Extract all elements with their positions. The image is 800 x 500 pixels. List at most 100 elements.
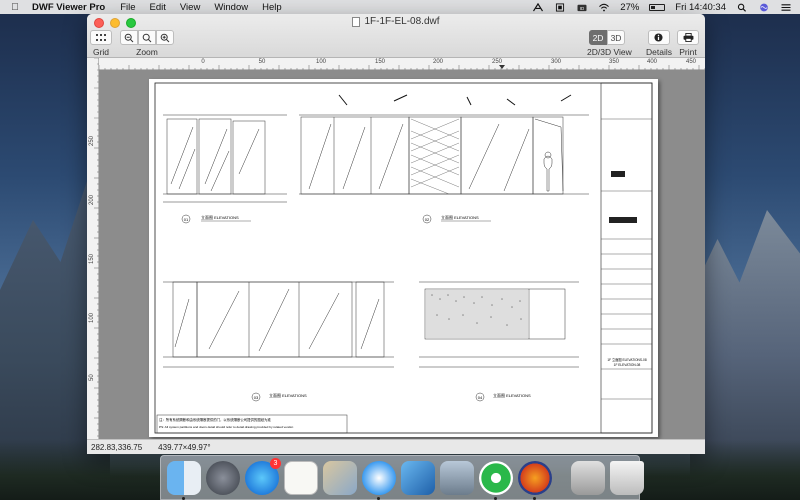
grid-label: Grid bbox=[92, 47, 110, 57]
zoom-actual-button[interactable] bbox=[138, 30, 156, 45]
battery-percent[interactable]: 27% bbox=[620, 2, 639, 13]
ruler-left-label: 250 bbox=[89, 135, 95, 146]
window-title: 1F-1F-EL-08.dwf bbox=[87, 16, 705, 27]
xcode-icon[interactable] bbox=[401, 460, 435, 495]
grid-icon bbox=[96, 33, 106, 41]
elevation-tag-04-text: 04 bbox=[478, 395, 483, 400]
running-indicator bbox=[533, 496, 536, 500]
zoom-out-icon bbox=[124, 33, 134, 42]
view-mode-tool: 2D 3D 2D/3D View bbox=[587, 30, 632, 57]
dwf-viewer-icon[interactable] bbox=[479, 460, 513, 500]
title-block-sheet-name: 1F 立面图 ELEVATIONS-08 bbox=[607, 357, 646, 362]
svg-text:ID: ID bbox=[580, 6, 585, 11]
ruler-left-label: 100 bbox=[89, 312, 95, 323]
ruler-left-label: 50 bbox=[89, 374, 95, 381]
ruler-top-label: 50 bbox=[258, 59, 266, 65]
details-button[interactable] bbox=[647, 30, 670, 45]
running-indicator bbox=[182, 496, 185, 500]
printer-icon bbox=[683, 33, 693, 42]
mail-icon[interactable] bbox=[323, 460, 357, 495]
elevation-tag-02-text: 02 bbox=[425, 217, 430, 222]
document-icon bbox=[352, 16, 361, 27]
apple-menu-icon[interactable]:  bbox=[10, 2, 20, 13]
menu-view[interactable]: View bbox=[180, 2, 200, 13]
details-tool: Details bbox=[646, 30, 672, 57]
title-bar[interactable]: 1F-1F-EL-08.dwf Grid Zoom 2D 3D 2D/3D Vi… bbox=[87, 14, 705, 58]
battery-icon[interactable] bbox=[649, 3, 666, 11]
selection-size: 439.77×49.97° bbox=[158, 442, 211, 452]
elevation-tag-03-text: 03 bbox=[254, 395, 259, 400]
drawing-note-en: PS: All system partitions and doors deta… bbox=[159, 425, 294, 429]
grid-button[interactable] bbox=[90, 30, 112, 45]
ruler-top-label: 0 bbox=[201, 59, 205, 65]
wifi-icon[interactable] bbox=[598, 3, 610, 12]
zoom-fit-icon bbox=[142, 33, 152, 42]
zoom-out-button[interactable] bbox=[120, 30, 138, 45]
zoom-tool: Zoom bbox=[120, 30, 174, 57]
vertical-ruler-ticks bbox=[94, 58, 99, 437]
firefox-icon[interactable] bbox=[518, 460, 552, 500]
ruler-top-label: 400 bbox=[646, 59, 658, 65]
running-indicator bbox=[494, 496, 497, 500]
dock: 3 bbox=[160, 455, 644, 500]
info-icon bbox=[654, 33, 664, 42]
horizontal-ruler: 0 50 100 150 200 250 300 350 400 450 bbox=[99, 58, 705, 70]
cursor-coordinates: 282.83,336.75 bbox=[91, 442, 143, 452]
ruler-top-label: 100 bbox=[315, 59, 327, 65]
clock[interactable]: Fri 14:40:34 bbox=[675, 2, 726, 13]
human-figure bbox=[543, 155, 553, 192]
ruler-top-label: 150 bbox=[374, 59, 386, 65]
drawing-note-cn: 注：所有系统隔断和由系统隔断提供的门，以系统隔断公司提供的图纸为准 bbox=[159, 417, 271, 422]
view-2d-button[interactable]: 2D bbox=[589, 30, 607, 45]
title-block-sheet-sub: 1F ELEVATION-08 bbox=[614, 363, 641, 367]
drawing-canvas[interactable]: 01 立面图 ELEVATIONS 02 立面图 ELEVATIONS 03 立… bbox=[99, 70, 705, 439]
extension-icon[interactable]: ID bbox=[576, 3, 588, 12]
preview-icon[interactable] bbox=[440, 460, 474, 495]
status-bar: 282.83,336.75 439.77×49.97° bbox=[87, 439, 705, 454]
app-menu[interactable]: DWF Viewer Pro bbox=[32, 2, 105, 13]
textedit-icon[interactable] bbox=[284, 460, 318, 495]
ruler-left-label: 150 bbox=[89, 253, 95, 264]
elevation-tag-01-text: 01 bbox=[184, 217, 189, 222]
details-label: Details bbox=[646, 47, 672, 57]
print-tool: Print bbox=[677, 30, 699, 57]
finder-icon[interactable] bbox=[167, 460, 201, 500]
menu-help[interactable]: Help bbox=[262, 2, 282, 13]
app-store-badge: 3 bbox=[270, 457, 281, 469]
grid-tool: Grid bbox=[90, 30, 112, 57]
app-store-icon[interactable]: 3 bbox=[245, 457, 281, 495]
drawing-sheet[interactable]: 01 立面图 ELEVATIONS 02 立面图 ELEVATIONS 03 立… bbox=[149, 79, 658, 437]
app-window: 1F-1F-EL-08.dwf Grid Zoom 2D 3D 2D/3D Vi… bbox=[87, 14, 705, 454]
view-mode-label: 2D/3D View bbox=[587, 47, 632, 57]
window-title-text: 1F-1F-EL-08.dwf bbox=[364, 16, 440, 27]
elevation-02-title: 立面图 ELEVATIONS bbox=[441, 214, 479, 220]
print-button[interactable] bbox=[677, 30, 699, 45]
ruler-top-label: 300 bbox=[550, 59, 562, 65]
elevation-04-title: 立面图 ELEVATIONS bbox=[493, 392, 531, 398]
search-icon[interactable] bbox=[736, 3, 748, 12]
ruler-left-label: 200 bbox=[89, 194, 95, 205]
acrobat-icon[interactable] bbox=[532, 2, 544, 12]
cad-drawing: 01 立面图 ELEVATIONS 02 立面图 ELEVATIONS 03 立… bbox=[154, 82, 653, 434]
running-indicator bbox=[377, 496, 380, 500]
zoom-label: Zoom bbox=[136, 47, 158, 57]
siri-icon[interactable] bbox=[758, 3, 770, 12]
elevation-01-title: 立面图 ELEVATIONS bbox=[201, 214, 239, 220]
ruler-position-marker bbox=[499, 65, 505, 69]
vertical-ruler: 250 200 150 100 50 bbox=[87, 58, 99, 439]
print-label: Print bbox=[679, 47, 697, 57]
view-3d-button[interactable]: 3D bbox=[607, 30, 625, 45]
trash-icon[interactable] bbox=[610, 460, 644, 495]
menu-file[interactable]: File bbox=[120, 2, 135, 13]
zoom-in-button[interactable] bbox=[156, 30, 174, 45]
notification-center-icon[interactable] bbox=[780, 3, 792, 12]
menu-edit[interactable]: Edit bbox=[150, 2, 166, 13]
ruler-top-label: 350 bbox=[608, 59, 620, 65]
launchpad-icon[interactable] bbox=[206, 460, 240, 495]
ruler-top-label: 200 bbox=[432, 59, 444, 65]
safari-icon[interactable] bbox=[362, 460, 396, 500]
menu-window[interactable]: Window bbox=[214, 2, 248, 13]
zoom-in-icon bbox=[160, 33, 170, 42]
clipboard-icon[interactable] bbox=[554, 2, 566, 12]
downloads-stack-icon[interactable] bbox=[571, 460, 605, 495]
